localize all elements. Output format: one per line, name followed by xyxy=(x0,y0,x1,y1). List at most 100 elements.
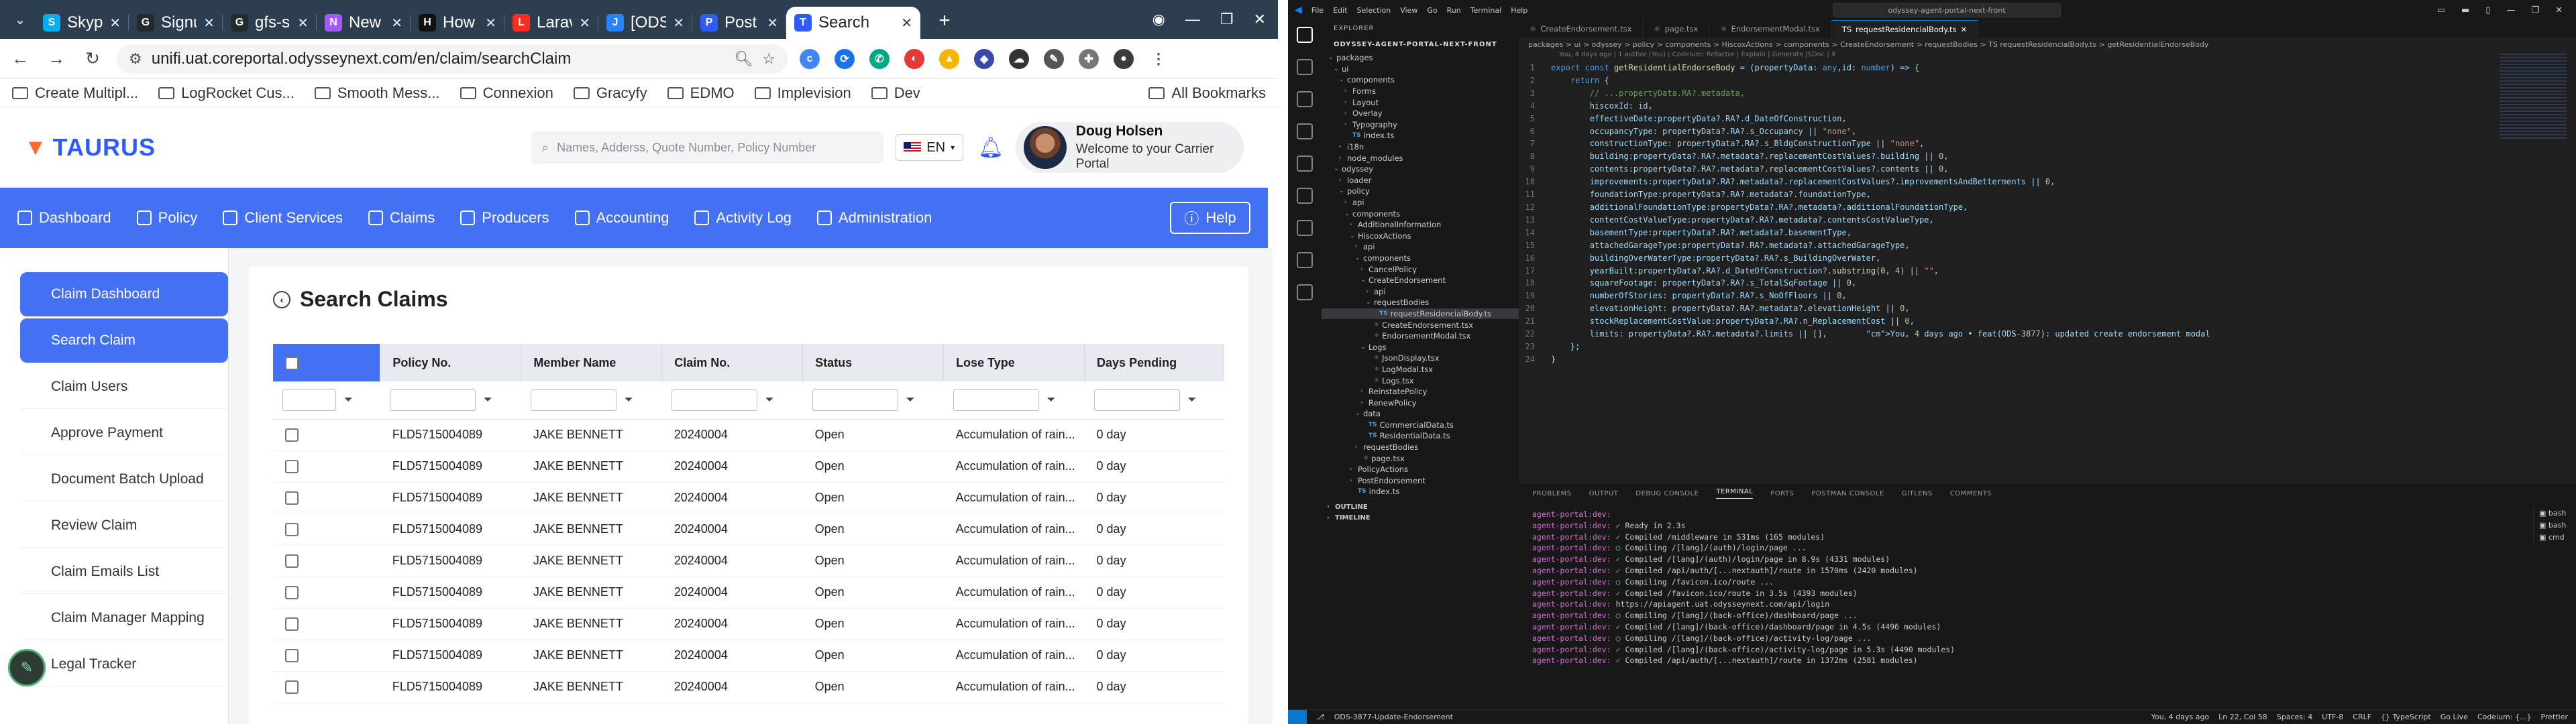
file-item[interactable]: ⚛ CreateEndorsement.tsx xyxy=(1322,319,1519,330)
new-tab-button[interactable]: + xyxy=(931,7,958,34)
remote-icon[interactable] xyxy=(1297,188,1313,204)
filter-icon[interactable]: ⏷ xyxy=(906,394,915,406)
bookmark-item[interactable]: LogRocket Cus... xyxy=(158,84,294,102)
layout-icon[interactable]: ▭ xyxy=(2437,5,2445,15)
postman-icon[interactable] xyxy=(1297,252,1313,268)
panel-tab-gitlens[interactable]: GITLENS xyxy=(1902,490,1933,497)
breadcrumb[interactable]: packages > ui > odyssey > policy > compo… xyxy=(1519,38,2576,51)
close-tab-icon[interactable]: ✕ xyxy=(391,15,402,32)
back-arrow-icon[interactable]: ‹ xyxy=(273,290,290,308)
user-menu[interactable]: Doug Holsen Welcome to your Carrier Port… xyxy=(1015,122,1244,173)
filter-icon[interactable]: ⏷ xyxy=(344,394,353,406)
row-checkbox[interactable] xyxy=(285,460,299,474)
folder-item[interactable]: ⌄ data xyxy=(1322,408,1519,420)
code-line[interactable]: 23 }; xyxy=(1519,341,2576,353)
filter-input[interactable] xyxy=(282,389,336,411)
folder-item[interactable]: › Forms xyxy=(1322,86,1519,97)
browser-tab[interactable]: N New Ta ✕ xyxy=(317,7,411,39)
panel-tab-debug-console[interactable]: DEBUG CONSOLE xyxy=(1635,490,1699,497)
folder-item[interactable]: ⌄ HiscoxActions xyxy=(1322,231,1519,242)
forward-icon[interactable]: → xyxy=(44,48,68,69)
sidebar-item-approve-payment[interactable]: Approve Payment xyxy=(20,411,228,455)
file-item[interactable]: ⚛ EndorsementModal.tsx xyxy=(1322,330,1519,342)
close-tab-icon[interactable]: ✕ xyxy=(901,15,912,32)
sidebar-item-review-claim[interactable]: Review Claim xyxy=(20,503,228,548)
menu-selection[interactable]: Selection xyxy=(1357,6,1391,15)
panel-tab-comments[interactable]: COMMENTS xyxy=(1950,490,1992,497)
code-line[interactable]: 4 hiscoxId: id, xyxy=(1519,100,2576,113)
row-checkbox[interactable] xyxy=(285,523,299,537)
browser-tab[interactable]: G Signup ✕ xyxy=(129,7,223,39)
filter-icon[interactable]: ⏷ xyxy=(484,394,492,406)
editor-tab[interactable]: ⚛ EndorsementModal.tsx xyxy=(1709,20,1831,38)
folder-item[interactable]: ⌄ policy xyxy=(1322,186,1519,197)
browser-tab[interactable]: S Skype ✕ xyxy=(35,7,129,39)
folder-item[interactable]: › loader xyxy=(1322,175,1519,186)
extensions-puzzle-icon[interactable]: ✚ xyxy=(1079,48,1099,69)
folder-item[interactable]: › api xyxy=(1322,241,1519,253)
menu-help[interactable]: Help xyxy=(1511,6,1527,15)
table-row[interactable]: FLD5715004089 JAKE BENNETT 20240004 Open Acc… xyxy=(273,671,1224,703)
codeium-icon[interactable] xyxy=(1297,284,1313,300)
terminal-instance[interactable]: ▣ bash xyxy=(2539,520,2576,532)
column-header[interactable]: Days Pending xyxy=(1084,344,1224,381)
extension-icon[interactable]: ▲ xyxy=(939,48,959,69)
row-checkbox[interactable] xyxy=(285,680,299,695)
panel-tab-output[interactable]: OUTPUT xyxy=(1589,490,1619,497)
filter-icon[interactable]: ⏷ xyxy=(1047,394,1056,406)
menu-file[interactable]: File xyxy=(1311,6,1324,15)
code-line[interactable]: 2 return { xyxy=(1519,74,2576,87)
file-item[interactable]: TS index.ts xyxy=(1322,130,1519,141)
minimize-icon[interactable]: — xyxy=(2506,5,2515,15)
sidebar-item-legal-tracker[interactable]: Legal Tracker xyxy=(20,642,228,686)
code-line[interactable]: 7 constructionType: propertyData?.RA?.s_… xyxy=(1519,137,2576,150)
minimap[interactable] xyxy=(2500,54,2567,141)
column-header[interactable]: Member Name xyxy=(521,344,663,381)
folder-item[interactable]: › Typography xyxy=(1322,119,1519,131)
close-tab-icon[interactable]: ✕ xyxy=(673,15,684,32)
file-item[interactable]: TS ResidentialData.ts xyxy=(1322,430,1519,442)
filter-input[interactable] xyxy=(812,389,898,411)
sidebar-item-claim-dashboard[interactable]: Claim Dashboard xyxy=(20,272,228,316)
floating-action-icon[interactable]: ✎ xyxy=(8,649,46,686)
code-line[interactable]: 9 contents:propertyData?.RA?.metadata?.r… xyxy=(1519,163,2576,176)
editor-tab[interactable]: TS requestResidencialBody.ts ✕ xyxy=(1831,20,1979,38)
url-text[interactable]: unifi.uat.coreportal.odysseynext.com/en/… xyxy=(152,50,725,68)
terminal-instance[interactable]: ▣ cmd xyxy=(2539,532,2576,544)
code-line[interactable]: 16 buildingOverWaterType:propertyData?.R… xyxy=(1519,252,2576,265)
code-line[interactable]: 6 occupancyType: propertyData?.RA?.s_Occ… xyxy=(1519,125,2576,138)
table-row[interactable]: FLD5715004089 JAKE BENNETT 20240004 Open Acc… xyxy=(273,577,1224,609)
codelens-blame[interactable]: You, 4 days ago | 1 author (You) | Codei… xyxy=(1519,51,2576,62)
extension-icon[interactable]: ✎ xyxy=(1044,48,1064,69)
folder-item[interactable]: ⌄ ui xyxy=(1322,64,1519,75)
explorer-icon[interactable] xyxy=(1297,27,1313,43)
sidebar-item-search-claim[interactable]: Search Claim xyxy=(20,318,228,363)
folder-item[interactable]: › CancelPolicy xyxy=(1322,263,1519,275)
bookmark-item[interactable]: Gracyfy xyxy=(573,84,647,102)
zoom-icon[interactable]: 🔍︎ xyxy=(734,50,753,68)
filter-input[interactable] xyxy=(953,389,1039,411)
outline-section[interactable]: › OUTLINE xyxy=(1322,501,1519,513)
filter-icon[interactable]: ⏷ xyxy=(625,394,633,406)
status-item[interactable]: Go Live xyxy=(2440,713,2468,721)
folder-item[interactable]: › AdditionalInformation xyxy=(1322,219,1519,231)
terminal-instance[interactable]: ▣ bash xyxy=(2539,507,2576,520)
close-window-icon[interactable]: ✕ xyxy=(1254,11,1266,28)
tab-search-icon[interactable]: ⌄ xyxy=(5,5,35,34)
bookmark-item[interactable]: Connexion xyxy=(460,84,553,102)
source-control-icon[interactable] xyxy=(1297,91,1313,107)
file-item[interactable]: TS CommercialData.ts xyxy=(1322,420,1519,431)
menu-edit[interactable]: Edit xyxy=(1333,6,1347,15)
code-line[interactable]: 18 squareFootage: propertyData?.RA?.s_To… xyxy=(1519,277,2576,290)
terminal-output[interactable]: agent-portal:dev: agent-portal:dev: ✓ Rea… xyxy=(1519,503,2576,666)
nav-item-administration[interactable]: Administration xyxy=(816,209,932,227)
code-line[interactable]: 3 // ...propertyData.RA?.metadata, xyxy=(1519,87,2576,100)
folder-item[interactable]: › i18n xyxy=(1322,141,1519,153)
filter-icon[interactable]: ⏷ xyxy=(765,394,774,406)
code-line[interactable]: 12 additionalFoundationType:propertyData… xyxy=(1519,201,2576,214)
table-row[interactable]: FLD5715004089 JAKE BENNETT 20240004 Open Acc… xyxy=(273,482,1224,514)
code-line[interactable]: 19 numberOfStories: propertyData?.RA?.s_… xyxy=(1519,290,2576,302)
close-tab-icon[interactable]: ✕ xyxy=(485,15,496,32)
code-line[interactable]: 15 attachedGarageType:propertyData?.RA?.… xyxy=(1519,239,2576,252)
code-line[interactable]: 8 building:propertyData?.RA?.metadata?.r… xyxy=(1519,150,2576,163)
